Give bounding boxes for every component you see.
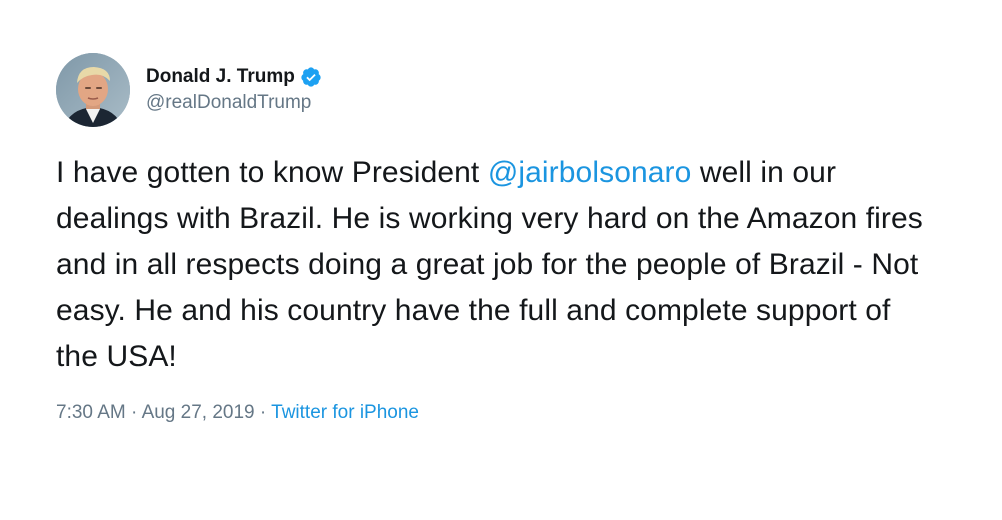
tweet-meta: 7:30 AM · Aug 27, 2019 · Twitter for iPh…: [56, 400, 956, 426]
tweet-text: I have gotten to know President @jairbol…: [56, 150, 936, 380]
avatar-image: [56, 53, 130, 127]
meta-separator: ·: [131, 402, 138, 423]
author-info: Donald J. Trump @realDonaldTrump: [146, 64, 322, 116]
tweet-source-link[interactable]: Twitter for iPhone: [271, 402, 419, 423]
verified-badge-icon: [300, 66, 322, 88]
mention-link[interactable]: @jairbolsonaro: [488, 156, 692, 189]
tweet-header: Donald J. Trump @realDonaldTrump: [56, 52, 956, 128]
author-handle[interactable]: @realDonaldTrump: [146, 90, 322, 116]
tweet-text-before: I have gotten to know President: [56, 156, 488, 189]
meta-separator: ·: [259, 402, 267, 423]
avatar[interactable]: [56, 53, 130, 127]
name-row: Donald J. Trump: [146, 64, 322, 90]
tweet-card: Donald J. Trump @realDonaldTrump I have …: [56, 52, 956, 426]
author-display-name[interactable]: Donald J. Trump: [146, 64, 295, 90]
tweet-date[interactable]: Aug 27, 2019: [142, 402, 255, 423]
tweet-time[interactable]: 7:30 AM: [56, 402, 126, 423]
